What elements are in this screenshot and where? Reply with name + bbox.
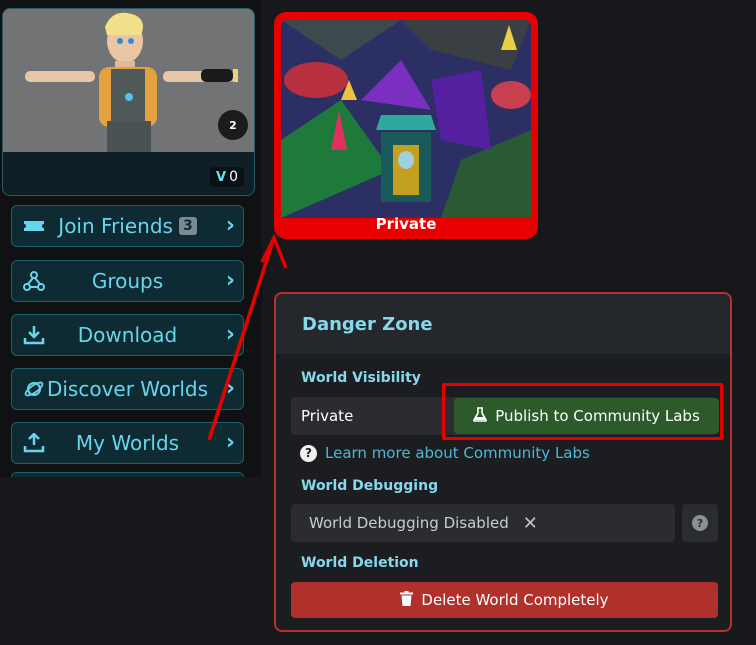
avatar-card[interactable]: 2 V 0 [2,8,255,196]
world-visibility-value: Private [301,407,354,425]
world-thumbnail-image [281,20,531,218]
nav-discover-worlds-button[interactable]: Discover Worlds › [11,368,244,410]
nav-next-button-edge [11,472,244,477]
vrc-plus-icon: V [216,169,227,185]
download-icon [23,325,45,345]
nav-join-friends-label: Join Friends [58,214,173,238]
nav-my-worlds-label: My Worlds [75,431,180,455]
avatar-performance-badge: 2 [218,110,248,140]
nav-my-worlds-button[interactable]: My Worlds › [11,422,244,464]
world-debugging-value: World Debugging Disabled [309,514,509,532]
world-deletion-heading: World Deletion [301,555,419,571]
danger-zone-panel: Danger Zone World Visibility Private Pub… [274,292,732,632]
question-icon: ? [300,444,317,462]
delete-world-button[interactable]: Delete World Completely [291,582,718,618]
nav-groups-label: Groups [91,269,164,293]
publish-highlight-box [442,383,723,440]
nav-download-button[interactable]: Download › [11,314,244,356]
upload-icon [23,432,45,453]
world-visibility-heading: World Visibility [301,370,421,386]
avatar-favorites-count: V 0 [210,167,244,187]
world-debugging-field[interactable]: World Debugging Disabled ✕ [291,504,675,542]
debugging-help-button[interactable]: ? [682,504,718,542]
chevron-right-icon: › [225,430,235,455]
learn-more-label: Learn more about Community Labs [325,444,590,462]
danger-zone-title: Danger Zone [276,294,730,354]
chevron-right-icon: › [225,322,235,347]
world-visibility-label: Private [375,215,437,233]
delete-button-label: Delete World Completely [421,591,609,609]
learn-more-link[interactable]: ? Learn more about Community Labs [300,444,590,462]
avatar-preview [3,9,254,152]
world-debugging-heading: World Debugging [301,478,439,494]
join-friends-count: 3 [178,217,197,235]
world-thumbnail-card[interactable]: Private [274,12,538,239]
trash-icon [400,590,414,610]
close-icon[interactable]: ✕ [523,513,538,534]
nav-join-friends-button[interactable]: Join Friends 3 › [11,205,244,247]
nav-groups-button[interactable]: Groups › [11,260,244,302]
chevron-right-icon: › [225,268,235,293]
avatar-count-value: 0 [229,169,238,185]
groups-icon [23,271,45,291]
question-icon: ? [692,515,708,531]
nav-discover-worlds-label: Discover Worlds [46,377,209,401]
planet-icon [23,379,45,399]
nav-download-label: Download [77,323,178,347]
chevron-right-icon: › [225,213,235,238]
ticket-icon [23,216,45,236]
left-panel: 2 V 0 Join Friends 3 › Groups › Download… [0,0,262,477]
chevron-right-icon: › [225,376,235,401]
